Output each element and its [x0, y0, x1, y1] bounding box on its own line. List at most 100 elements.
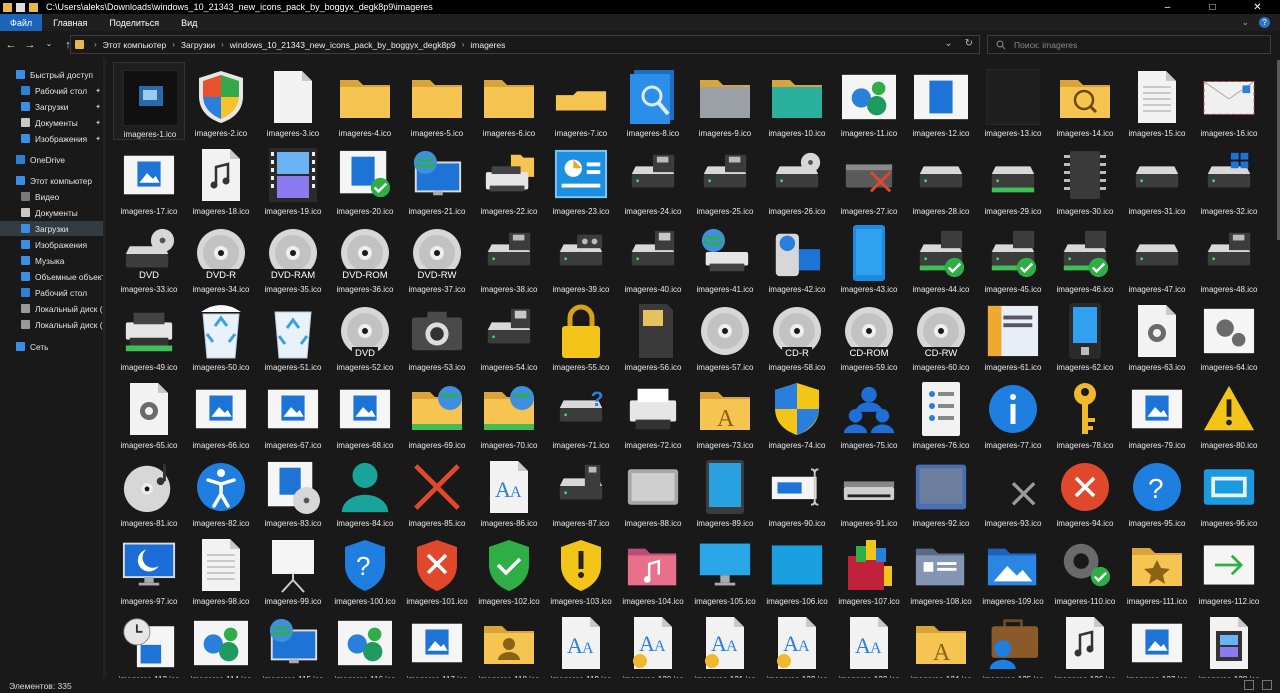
file-item[interactable]: DVD imageres-33.ico [113, 218, 185, 296]
file-item[interactable]: imageres-82.ico [185, 452, 257, 530]
file-item[interactable]: imageres-47.ico [1121, 218, 1193, 296]
sidebar-item[interactable]: Музыка [0, 253, 105, 268]
address-bar[interactable]: › Этот компьютер › Загрузки › windows_10… [70, 35, 980, 54]
file-item[interactable]: DVD-R imageres-34.ico [185, 218, 257, 296]
file-item[interactable]: imageres-116.ico [329, 608, 401, 678]
file-item[interactable]: imageres-109.ico [977, 530, 1049, 608]
file-item[interactable]: imageres-126.ico [1049, 608, 1121, 678]
file-item[interactable]: imageres-28.ico [905, 140, 977, 218]
file-item[interactable]: imageres-40.ico [617, 218, 689, 296]
forward-button[interactable]: → [21, 39, 39, 51]
back-button[interactable]: ← [2, 39, 20, 51]
file-item[interactable]: imageres-92.ico [905, 452, 977, 530]
file-item[interactable]: imageres-18.ico [185, 140, 257, 218]
file-item[interactable]: imageres-102.ico [473, 530, 545, 608]
file-item[interactable]: imageres-96.ico [1193, 452, 1265, 530]
file-item[interactable]: imageres-83.ico [257, 452, 329, 530]
sidebar-item[interactable]: Документы ✦ [0, 115, 105, 130]
sidebar-item[interactable]: Видео [0, 189, 105, 204]
file-item[interactable]: imageres-29.ico [977, 140, 1049, 218]
file-item[interactable]: imageres-21.ico [401, 140, 473, 218]
file-item[interactable]: imageres-44.ico [905, 218, 977, 296]
refresh-icon[interactable]: ↻ [965, 38, 973, 49]
large-icons-view-button[interactable] [1262, 680, 1272, 690]
file-item[interactable]: imageres-46.ico [1049, 218, 1121, 296]
tab-share[interactable]: Поделиться [98, 14, 170, 31]
file-item[interactable]: imageres-75.ico [833, 374, 905, 452]
file-item[interactable]: CD-RW imageres-60.ico [905, 296, 977, 374]
file-item[interactable]: imageres-65.ico [113, 374, 185, 452]
file-item[interactable]: imageres-45.ico [977, 218, 1049, 296]
file-item[interactable]: imageres-74.ico [761, 374, 833, 452]
file-item[interactable]: imageres-99.ico [257, 530, 329, 608]
file-item[interactable]: AAimageres-119.ico [545, 608, 617, 678]
file-item[interactable]: imageres-85.ico [401, 452, 473, 530]
file-item[interactable]: imageres-7.ico [545, 62, 617, 140]
file-item[interactable]: imageres-61.ico [977, 296, 1049, 374]
close-button[interactable]: ✕ [1235, 0, 1280, 14]
file-item[interactable]: imageres-53.ico [401, 296, 473, 374]
sidebar-item[interactable]: Изображения [0, 237, 105, 252]
sidebar-item[interactable]: Этот компьютер [0, 173, 105, 188]
file-item[interactable]: imageres-77.ico [977, 374, 1049, 452]
sidebar-item[interactable]: Сеть [0, 339, 105, 354]
file-item[interactable]: imageres-64.ico [1193, 296, 1265, 374]
tab-file[interactable]: Файл [0, 14, 43, 31]
help-icon[interactable]: ? [1259, 17, 1270, 28]
file-item[interactable]: imageres-88.ico [617, 452, 689, 530]
file-item[interactable]: imageres-101.ico [401, 530, 473, 608]
file-item[interactable]: imageres-50.ico [185, 296, 257, 374]
file-item[interactable]: imageres-87.ico [545, 452, 617, 530]
file-item[interactable]: imageres-125.ico [977, 608, 1049, 678]
file-item[interactable]: ? imageres-71.ico [545, 374, 617, 452]
file-item[interactable]: imageres-51.ico [257, 296, 329, 374]
file-item[interactable]: imageres-54.ico [473, 296, 545, 374]
file-item[interactable]: imageres-4.ico [329, 62, 401, 140]
file-item[interactable]: imageres-117.ico [401, 608, 473, 678]
file-item[interactable]: Aimageres-73.ico [689, 374, 761, 452]
folder-icon[interactable] [3, 2, 12, 12]
file-item[interactable]: imageres-106.ico [761, 530, 833, 608]
sidebar-item[interactable]: Рабочий стол ✦ [0, 83, 105, 98]
file-item[interactable]: imageres-10.ico [761, 62, 833, 140]
file-item[interactable]: AAimageres-120.ico [617, 608, 689, 678]
file-item[interactable]: imageres-90.ico [761, 452, 833, 530]
file-item[interactable]: DVD-RW imageres-37.ico [401, 218, 473, 296]
file-item[interactable]: imageres-72.ico [617, 374, 689, 452]
file-item[interactable]: imageres-68.ico [329, 374, 401, 452]
breadcrumb-this-pc[interactable]: Этот компьютер [103, 40, 167, 50]
file-item[interactable]: imageres-55.ico [545, 296, 617, 374]
file-item[interactable]: imageres-43.ico [833, 218, 905, 296]
file-item[interactable]: AAimageres-121.ico [689, 608, 761, 678]
file-item[interactable]: imageres-79.ico [1121, 374, 1193, 452]
sidebar-item[interactable]: Объемные объекты [0, 269, 105, 284]
file-item[interactable]: DVD-ROM imageres-36.ico [329, 218, 401, 296]
file-item[interactable]: imageres-32.ico [1193, 140, 1265, 218]
file-item[interactable]: DVD imageres-52.ico [329, 296, 401, 374]
file-item[interactable]: imageres-128.ico [1193, 608, 1265, 678]
file-item[interactable]: AAimageres-122.ico [761, 608, 833, 678]
file-item[interactable]: imageres-81.ico [113, 452, 185, 530]
file-item[interactable]: imageres-63.ico [1121, 296, 1193, 374]
file-item[interactable]: imageres-14.ico [1049, 62, 1121, 140]
file-item[interactable]: imageres-30.ico [1049, 140, 1121, 218]
file-item[interactable]: imageres-11.ico [833, 62, 905, 140]
sidebar-item[interactable]: Рабочий стол [0, 285, 105, 300]
file-item[interactable]: imageres-27.ico [833, 140, 905, 218]
file-item[interactable]: imageres-110.ico [1049, 530, 1121, 608]
file-item[interactable]: imageres-39.ico [545, 218, 617, 296]
file-item[interactable]: imageres-78.ico [1049, 374, 1121, 452]
file-item[interactable]: imageres-23.ico [545, 140, 617, 218]
file-item[interactable]: imageres-93.ico [977, 452, 1049, 530]
details-view-button[interactable] [1244, 680, 1254, 690]
file-item[interactable]: imageres-8.ico [617, 62, 689, 140]
file-item[interactable]: DVD-RAM imageres-35.ico [257, 218, 329, 296]
file-item[interactable]: imageres-118.ico [473, 608, 545, 678]
file-item[interactable]: imageres-62.ico [1049, 296, 1121, 374]
breadcrumb-icon-pack[interactable]: windows_10_21343_new_icons_pack_by_boggy… [230, 40, 456, 50]
file-item[interactable]: CD-R imageres-58.ico [761, 296, 833, 374]
file-item[interactable]: imageres-57.ico [689, 296, 761, 374]
file-item[interactable]: imageres-98.ico [185, 530, 257, 608]
sidebar-item[interactable]: Изображения ✦ [0, 131, 105, 146]
sidebar-item[interactable]: Локальный диск (D:) [0, 317, 105, 332]
